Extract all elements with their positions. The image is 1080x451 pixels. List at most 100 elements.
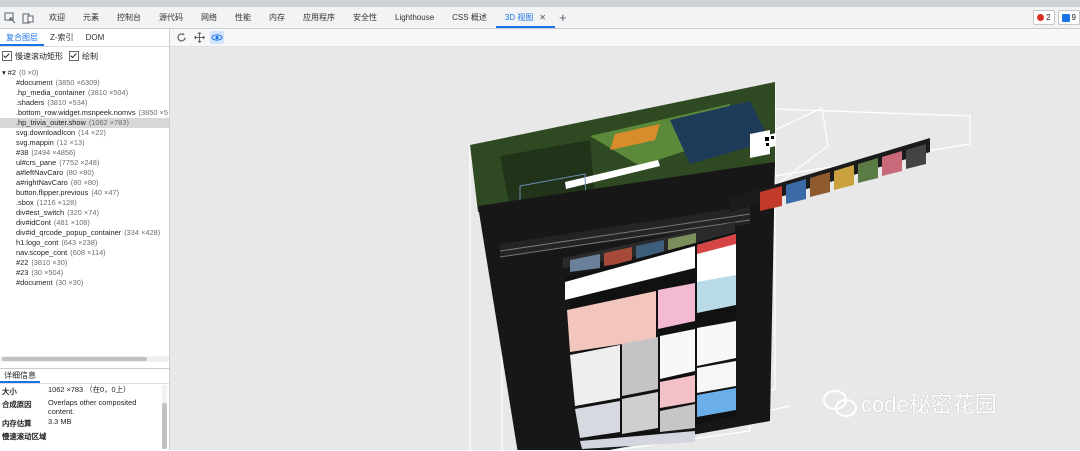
layer-size: (30 ×30) xyxy=(55,278,84,287)
subtab-2[interactable]: DOM xyxy=(80,29,111,46)
paint-checkbox[interactable]: 绘制 xyxy=(69,51,98,62)
layer-tree-row[interactable]: svg.downloadIcon (14 ×22) xyxy=(0,128,169,138)
subtab-0[interactable]: 复合图层 xyxy=(0,29,44,46)
tab-11[interactable]: 3D 视图 ✕ xyxy=(495,7,556,28)
detail-row: 慢速滚动区域 xyxy=(0,431,169,442)
detail-value: 1062 ×783 （在0，0上） xyxy=(48,385,131,394)
tab-1[interactable]: 元素 xyxy=(74,7,108,28)
details-vertical-scrollbar[interactable] xyxy=(162,385,167,449)
tab-label: 源代码 xyxy=(159,13,183,22)
tab-label: Lighthouse xyxy=(395,13,435,22)
tab-8[interactable]: 安全性 xyxy=(344,7,386,28)
layer-size: (3850 ×6309) xyxy=(55,78,100,87)
tab-5[interactable]: 性能 xyxy=(226,7,260,28)
layer-name: .hp_trivia_outer.show xyxy=(16,118,86,127)
layer-size: (1062 ×783) xyxy=(88,118,129,127)
tab-label: 网络 xyxy=(201,13,217,22)
scrollbar-thumb[interactable] xyxy=(162,403,167,449)
reset-view-icon[interactable] xyxy=(174,31,188,44)
layer-tree-row[interactable]: div#id_qrcode_popup_container (334 ×428) xyxy=(0,228,169,238)
layer-tree-row[interactable]: .bottom_row.widget.msnpeek.nomvs (3850 ×5 xyxy=(0,108,169,118)
tab-2[interactable]: 控制台 xyxy=(108,7,150,28)
layer-tree-row[interactable]: #22 (3810 ×30) xyxy=(0,258,169,268)
layer-name: nav.scope_cont xyxy=(16,248,68,257)
tab-details[interactable]: 详细信息 xyxy=(0,369,40,383)
layer-tree-row[interactable]: ▾ #2 (0 ×0) xyxy=(0,68,169,78)
detail-key: 慢速滚动区域 xyxy=(2,432,47,441)
tab-3[interactable]: 源代码 xyxy=(150,7,192,28)
layer-tree-row[interactable]: .hp_media_container (3810 ×504) xyxy=(0,88,169,98)
layer-size: (30 ×504) xyxy=(31,268,64,277)
tab-label: 欢迎 xyxy=(49,13,65,22)
layer-size: (3810 ×30) xyxy=(31,258,68,267)
layer-size: (80 ×80) xyxy=(66,168,94,177)
slow-scroll-checkbox[interactable]: 慢速滚动矩形 xyxy=(2,51,63,62)
layer-tree-row[interactable]: .shaders (3810 ×534) xyxy=(0,98,169,108)
layer-tree-row[interactable]: h1.logo_cont (643 ×238) xyxy=(0,238,169,248)
tree-horizontal-scrollbar[interactable] xyxy=(0,356,169,362)
layer-name: #22 xyxy=(16,258,29,267)
layer-size: (608 ×114) xyxy=(70,248,106,257)
paint-label: 绘制 xyxy=(82,51,98,61)
layer-name: #document xyxy=(16,78,53,87)
close-icon[interactable]: ✕ xyxy=(539,13,546,22)
layer-tree-row[interactable]: a#leftNavCaro (80 ×80) xyxy=(0,168,169,178)
rotate-mode-icon[interactable] xyxy=(210,31,224,44)
layer-tree-row[interactable]: #38 (2494 ×4856) xyxy=(0,148,169,158)
error-count: 2 xyxy=(1046,13,1051,22)
layer-size: (14 ×22) xyxy=(78,128,106,137)
layer-name: .bottom_row.widget.msnpeek.nomvs xyxy=(16,108,136,117)
layer-tree: ▾ #2 (0 ×0) #document (3850 ×6309) .hp_media… xyxy=(0,68,169,288)
layer-size: (0 ×0) xyxy=(19,68,39,77)
layer-size: (2494 ×4856) xyxy=(31,148,76,157)
layer-tree-row[interactable]: #23 (30 ×504) xyxy=(0,268,169,278)
3d-view-canvas[interactable]: code秘密花园 xyxy=(170,29,1080,450)
tab-label: 3D 视图 xyxy=(504,13,534,22)
tab-7[interactable]: 应用程序 xyxy=(294,7,344,28)
tab-10[interactable]: CSS 概述 xyxy=(443,7,496,28)
detail-row: 内存估算 3.3 MB xyxy=(0,417,169,429)
layer-name: #23 xyxy=(16,268,29,277)
layers-subtabs: 复合图层 Z-索引 DOM xyxy=(0,29,169,47)
checkbox-checked-icon xyxy=(2,51,12,61)
detail-value xyxy=(48,431,158,442)
device-toolbar-icon[interactable] xyxy=(20,10,36,26)
tab-6[interactable]: 内存 xyxy=(260,7,294,28)
layer-tree-row[interactable]: button.flipper.previous (40 ×47) xyxy=(0,188,169,198)
layer-name: .hp_media_container xyxy=(16,88,86,97)
layer-size: (3850 ×5 xyxy=(138,108,168,117)
layer-name: h1.logo_cont xyxy=(16,238,59,247)
layer-name: #38 xyxy=(16,148,29,157)
layer-name: svg.mappin xyxy=(16,138,54,147)
pan-mode-icon[interactable] xyxy=(192,31,206,44)
layer-name: div#id_qrcode_popup_container xyxy=(16,228,122,237)
scrollbar-thumb[interactable] xyxy=(2,357,147,361)
layer-tree-row[interactable]: nav.scope_cont (608 ×114) xyxy=(0,248,169,258)
layer-size: (3810 ×504) xyxy=(88,88,129,97)
layer-tree-row[interactable]: #document (3850 ×6309) xyxy=(0,78,169,88)
layer-tree-row[interactable]: .hp_trivia_outer.show (1062 ×783) xyxy=(0,118,169,128)
error-count-badge[interactable]: 2 xyxy=(1033,10,1055,25)
tab-0[interactable]: 欢迎 xyxy=(40,7,74,28)
layer-tree-row[interactable]: div#est_switch (320 ×74) xyxy=(0,208,169,218)
issue-count-badge[interactable]: 9 xyxy=(1057,10,1080,25)
inspect-element-icon[interactable] xyxy=(2,10,18,26)
details-panel: 详细信息 大小 1062 ×783 （在0，0上） 合成原因 Overlaps oth… xyxy=(0,368,169,451)
subtab-1[interactable]: Z-索引 xyxy=(44,29,80,46)
layer-tree-row[interactable]: svg.mappin (12 ×13) xyxy=(0,138,169,148)
layer-tree-row[interactable]: a#rightNavCaro (80 ×80) xyxy=(0,178,169,188)
layer-name: svg.downloadIcon xyxy=(16,128,76,137)
layer-tree-row[interactable]: #document (30 ×30) xyxy=(0,278,169,288)
tab-label: 性能 xyxy=(235,13,251,22)
add-panel-icon[interactable]: + xyxy=(559,10,567,25)
layer-name: ul#crs_pane xyxy=(16,158,57,167)
3d-view-toolbar xyxy=(170,29,1080,47)
layers-sidebar: 复合图层 Z-索引 DOM 慢速滚动矩形 绘制 ▾ #2 (0 ×0) #documen… xyxy=(0,29,170,450)
layer-tree-row[interactable]: div#idCont (481 ×108) xyxy=(0,218,169,228)
detail-value: 3.3 MB xyxy=(48,417,72,426)
layer-tree-row[interactable]: .sbox (1216 ×128) xyxy=(0,198,169,208)
tab-4[interactable]: 网络 xyxy=(192,7,226,28)
watermark-text: code秘密花园 xyxy=(861,392,997,417)
tab-9[interactable]: Lighthouse xyxy=(386,7,443,28)
layer-tree-row[interactable]: ul#crs_pane (7752 ×248) xyxy=(0,158,169,168)
